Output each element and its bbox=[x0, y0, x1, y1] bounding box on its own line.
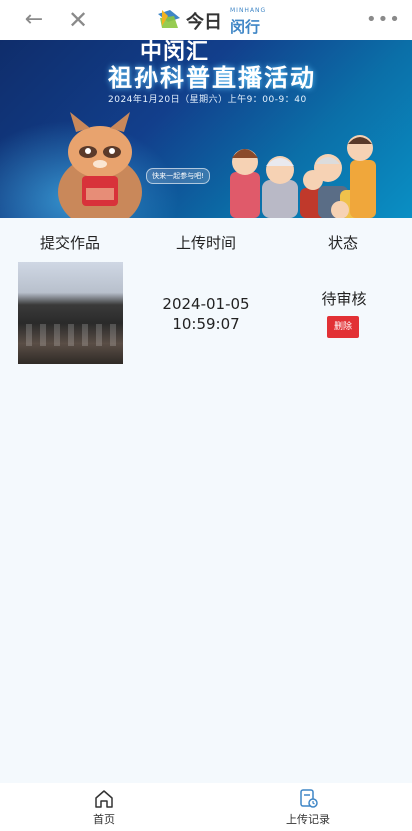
logo-big-text: 闵行 bbox=[230, 18, 261, 36]
logo-mark-text: 今日 bbox=[186, 12, 222, 33]
table-header: 提交作品 上传时间 状态 bbox=[0, 218, 412, 262]
family-illustration bbox=[230, 135, 376, 218]
banner-date: 2024年1月20日（星期六）上午9：00-9：40 bbox=[108, 95, 307, 105]
top-nav-bar: ← ✕ 今日 MINHANG 闵行 ••• bbox=[0, 0, 412, 40]
banner-join-badge: 快来一起参与吧! bbox=[146, 168, 210, 184]
upload-clock-text: 10:59:07 bbox=[172, 315, 240, 333]
event-banner: 中闵汇 祖孙科普直播活动 2024年1月20日（星期六）上午9：00-9：40 … bbox=[0, 40, 412, 218]
logo-small-text: MINHANG bbox=[230, 7, 267, 14]
raccoon-mascot-icon bbox=[58, 112, 142, 218]
tab-upload-record[interactable]: 上传记录 bbox=[268, 787, 348, 827]
close-icon[interactable]: ✕ bbox=[64, 6, 92, 34]
banner-title-line2: 祖孙科普直播活动 bbox=[108, 64, 316, 92]
upload-time: 2024-01-05 10:59:07 bbox=[150, 294, 262, 334]
upload-record-icon bbox=[300, 789, 318, 808]
submission-thumbnail[interactable] bbox=[18, 262, 123, 364]
header-upload-time: 上传时间 bbox=[176, 234, 237, 252]
back-arrow-icon[interactable]: ← bbox=[20, 6, 48, 34]
tab-home-label: 首页 bbox=[93, 813, 115, 826]
logo-mark-icon bbox=[158, 10, 180, 28]
more-icon[interactable]: ••• bbox=[366, 6, 400, 34]
table-row: 2024-01-05 10:59:07 待审核 bbox=[0, 258, 412, 366]
status-text: 待审核 bbox=[321, 290, 367, 308]
upload-date-text: 2024-01-05 bbox=[162, 295, 250, 313]
bottom-tab-bar: 首页 上传记录 bbox=[0, 783, 412, 831]
tab-home[interactable]: 首页 bbox=[64, 787, 144, 827]
header-submission: 提交作品 bbox=[40, 234, 101, 252]
app-logo: 今日 MINHANG 闵行 bbox=[156, 4, 266, 36]
delete-button[interactable]: 删除 bbox=[327, 316, 359, 338]
home-icon bbox=[95, 790, 113, 808]
tab-upload-record-label: 上传记录 bbox=[286, 813, 330, 826]
header-status: 状态 bbox=[328, 234, 359, 252]
